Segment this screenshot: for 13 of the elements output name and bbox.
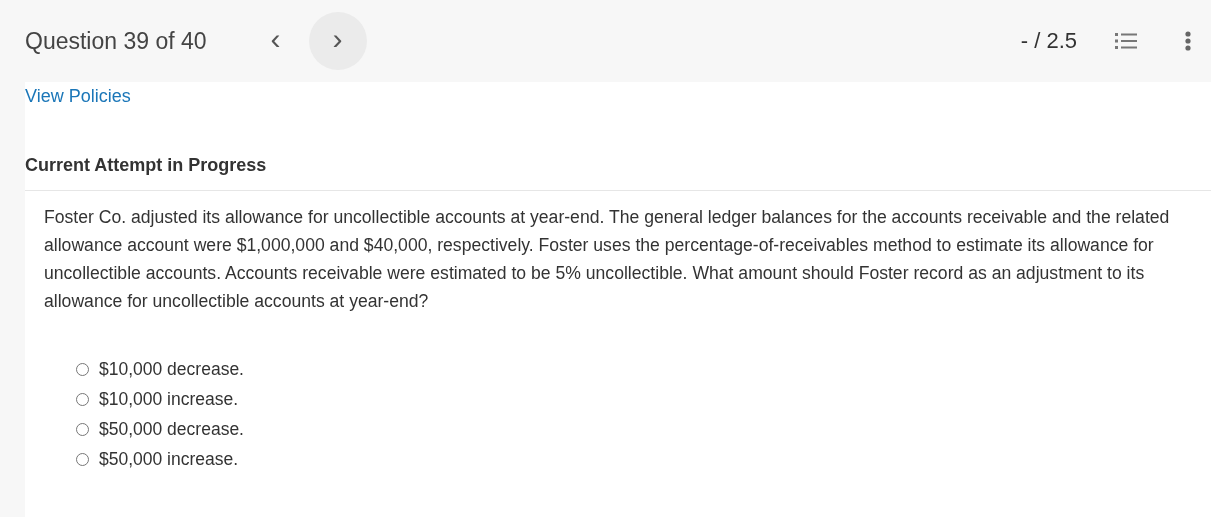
view-policies-link[interactable]: View Policies [25, 86, 131, 107]
section-title: Current Attempt in Progress [25, 155, 268, 176]
option-label[interactable]: $50,000 increase. [99, 449, 239, 470]
next-button[interactable]: › [308, 12, 367, 70]
option-label[interactable]: $10,000 decrease. [99, 359, 244, 380]
more-options-icon[interactable] [1185, 31, 1191, 51]
score: - / 2.5 [1020, 28, 1077, 54]
question-counter: Question 39 of 40 [25, 27, 207, 55]
option-label[interactable]: $50,000 decrease. [99, 419, 244, 440]
option-label[interactable]: $10,000 increase. [99, 389, 239, 410]
previous-button[interactable]: ‹ [246, 12, 305, 70]
numbered-list-icon[interactable] [1115, 32, 1137, 50]
question-text: Foster Co. adjusted its allowance for uncollectible accounts at year-end. The general ledger balances for the accounts receivable and the related allowance account were $1,000,000 and $40,000, respectively. Foster uses the percentage-of-receivables method to estimate its allowance for uncollectible accounts. Accounts receivable were estimated to be 5% uncollectible. What amount should Foster record as an adjustment to its allowance for uncollectible accounts at year-end? [44, 206, 1171, 313]
